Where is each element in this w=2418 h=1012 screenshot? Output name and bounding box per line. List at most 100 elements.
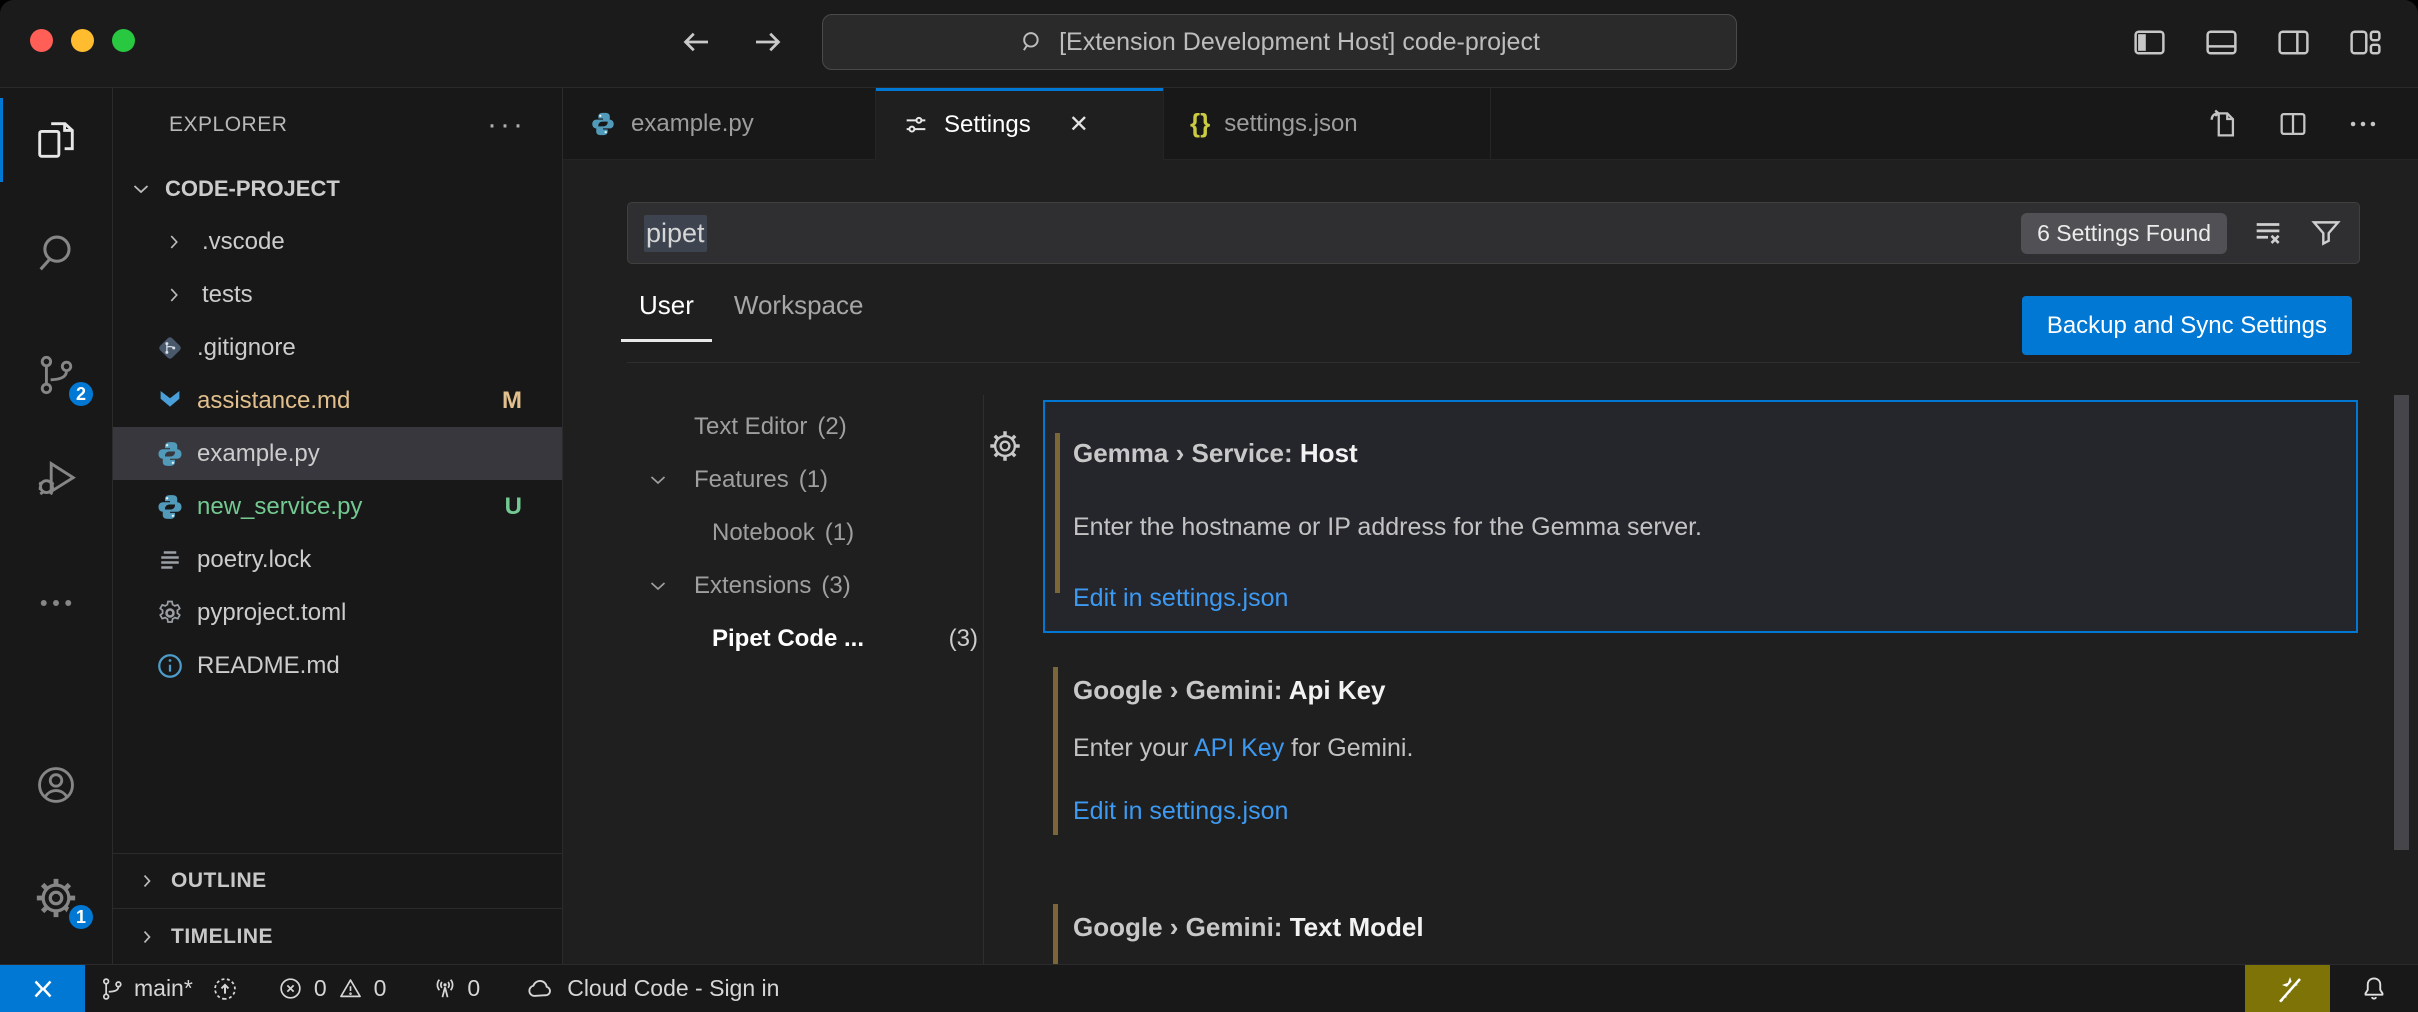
- run-debug-icon[interactable]: [0, 430, 112, 526]
- command-center[interactable]: [Extension Development Host] code-projec…: [822, 14, 1737, 70]
- tree-item-vscode-folder[interactable]: .vscode: [113, 215, 562, 268]
- open-changes-icon[interactable]: [2206, 107, 2240, 141]
- chevron-down-icon: [646, 468, 670, 492]
- tab-example-py[interactable]: example.py: [563, 88, 876, 159]
- info-file-icon: [155, 651, 185, 681]
- toc-item-extensions[interactable]: Extensions(3): [563, 559, 983, 612]
- settings-sliders-icon: [902, 111, 930, 139]
- source-control-icon[interactable]: 2: [0, 327, 112, 423]
- toc-item-pipet-code[interactable]: Pipet Code ...(3): [563, 612, 983, 665]
- settings-search-value: pipet: [644, 215, 707, 252]
- toc-item-features[interactable]: Features(1): [563, 453, 983, 506]
- cloud-code-signin-item[interactable]: Cloud Code - Sign in: [525, 974, 779, 1004]
- toml-gear-file-icon: [155, 598, 185, 628]
- manage-badge: 1: [66, 902, 96, 932]
- tree-item-poetry-lock[interactable]: poetry.lock: [113, 533, 562, 586]
- tab-settings[interactable]: Settings ✕: [876, 88, 1164, 161]
- tree-item-readme-md[interactable]: README.md: [113, 639, 562, 692]
- search-view-icon[interactable]: [0, 205, 112, 301]
- edit-in-settings-json-link[interactable]: Edit in settings.json: [1073, 797, 2358, 826]
- api-key-link[interactable]: API Key: [1194, 734, 1284, 762]
- tree-item-assistance-md[interactable]: assistance.md M: [113, 374, 562, 427]
- problems-item[interactable]: 0 0: [277, 975, 387, 1002]
- scope-separator: [627, 362, 2360, 363]
- explorer-icon[interactable]: [0, 92, 112, 188]
- chevron-right-icon: [137, 871, 159, 891]
- ai-suggestions-disabled-toggle[interactable]: [2245, 965, 2330, 1012]
- setting-category: Gemma › Service:: [1073, 438, 1293, 468]
- setting-google-gemini-text-model[interactable]: Google › Gemini: Text Model: [1043, 904, 2358, 964]
- lock-file-lines-icon: [155, 545, 185, 575]
- explorer-more-actions-icon[interactable]: ···: [487, 108, 526, 142]
- modified-indicator: [1055, 433, 1060, 593]
- settings-result-count-badge: 6 Settings Found: [2021, 213, 2227, 254]
- notifications-bell-icon[interactable]: [2330, 974, 2418, 1004]
- source-control-badge: 2: [66, 379, 96, 409]
- toggle-primary-sidebar-icon[interactable]: [2131, 24, 2168, 61]
- tree-item-pyproject-toml[interactable]: pyproject.toml: [113, 586, 562, 639]
- publish-changes-icon[interactable]: [211, 975, 239, 1003]
- tab-settings-json[interactable]: {} settings.json: [1164, 88, 1491, 159]
- editor-more-actions-icon[interactable]: [2346, 107, 2380, 141]
- navigate-back-icon[interactable]: [678, 24, 714, 60]
- remote-indicator[interactable]: [0, 965, 85, 1012]
- additional-views-icon[interactable]: [0, 555, 112, 651]
- activity-bar: 2 1: [0, 88, 113, 964]
- forwarded-ports-item[interactable]: 0: [431, 975, 480, 1003]
- toc-item-notebook[interactable]: Notebook(1): [563, 506, 983, 559]
- minimize-window-button[interactable]: [71, 29, 94, 52]
- zoom-window-button[interactable]: [112, 29, 135, 52]
- chevron-down-icon: [646, 574, 670, 598]
- edit-in-settings-json-link[interactable]: Edit in settings.json: [1073, 584, 2356, 613]
- setting-row-gear-icon[interactable]: [987, 428, 1023, 464]
- python-file-icon: [589, 110, 617, 138]
- settings-editor: pipet 6 Settings Found User Workspace: [563, 160, 2418, 964]
- toggle-panel-icon[interactable]: [2203, 24, 2240, 61]
- error-count: 0: [314, 975, 327, 1002]
- editor-group: example.py Settings ✕ {} settings.json: [563, 88, 2418, 964]
- accounts-icon[interactable]: [0, 737, 112, 833]
- tree-root-code-project[interactable]: CODE-PROJECT: [113, 162, 562, 215]
- clear-search-filters-icon[interactable]: [2251, 216, 2285, 250]
- backup-sync-settings-button[interactable]: Backup and Sync Settings: [2022, 296, 2352, 355]
- scope-tab-user[interactable]: User: [621, 290, 712, 342]
- tree-item-new-service-py[interactable]: new_service.py U: [113, 480, 562, 533]
- timeline-section[interactable]: TIMELINE: [113, 908, 562, 964]
- manage-gear-icon[interactable]: 1: [0, 850, 112, 946]
- modified-indicator: [1053, 904, 1058, 964]
- json-braces-icon: {}: [1190, 108, 1210, 139]
- git-branch-item[interactable]: main*: [98, 975, 193, 1003]
- explorer-sidebar: EXPLORER ··· CODE-PROJECT .vscode tests: [113, 88, 563, 964]
- toggle-secondary-sidebar-icon[interactable]: [2275, 24, 2312, 61]
- tree-item-example-py[interactable]: example.py: [113, 427, 562, 480]
- search-icon: [1019, 29, 1045, 55]
- filter-funnel-icon[interactable]: [2309, 216, 2343, 250]
- settings-scope-tabs: User Workspace: [621, 290, 885, 342]
- tab-bar: example.py Settings ✕ {} settings.json: [563, 88, 2418, 160]
- customize-layout-icon[interactable]: [2347, 24, 2384, 61]
- titlebar: [Extension Development Host] code-projec…: [0, 0, 2418, 88]
- setting-gemma-service-host[interactable]: Gemma › Service: Host Enter the hostname…: [1043, 400, 2358, 633]
- settings-scrollbar[interactable]: [2394, 395, 2409, 850]
- close-window-button[interactable]: [30, 29, 53, 52]
- tree-item-tests-folder[interactable]: tests: [113, 268, 562, 321]
- branch-name: main*: [134, 975, 193, 1002]
- setting-name: Text Model: [1290, 912, 1424, 942]
- settings-search-input[interactable]: pipet 6 Settings Found: [627, 202, 2360, 264]
- setting-google-gemini-api-key[interactable]: Google › Gemini: Api Key Enter your API …: [1043, 655, 2358, 860]
- ports-count: 0: [467, 975, 480, 1002]
- outline-section[interactable]: OUTLINE: [113, 853, 562, 908]
- chevron-right-icon: [163, 231, 187, 253]
- tree-item-gitignore[interactable]: .gitignore: [113, 321, 562, 374]
- toc-item-text-editor[interactable]: Text Editor(2): [563, 400, 983, 453]
- setting-name: Host: [1300, 438, 1358, 468]
- scope-tab-workspace[interactable]: Workspace: [716, 290, 882, 342]
- close-tab-icon[interactable]: ✕: [1069, 110, 1089, 139]
- chevron-right-icon: [137, 927, 159, 947]
- git-status-badge: M: [502, 387, 522, 415]
- python-file-icon: [155, 439, 185, 469]
- split-editor-icon[interactable]: [2276, 107, 2310, 141]
- window-title: [Extension Development Host] code-projec…: [1059, 28, 1540, 57]
- setting-category: Google › Gemini:: [1073, 675, 1282, 705]
- navigate-forward-icon[interactable]: [750, 24, 786, 60]
